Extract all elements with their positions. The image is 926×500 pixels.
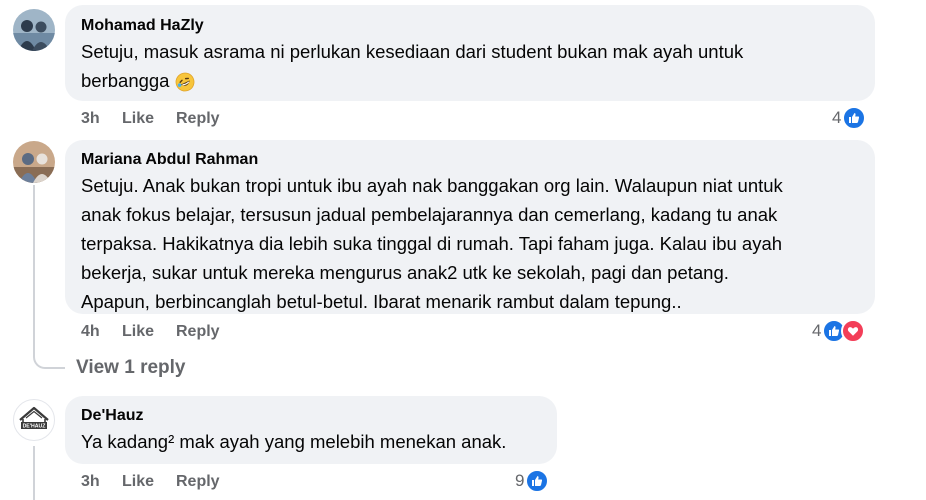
comment-text-line: bekerja, sukar untuk mereka mengurus ana… (81, 262, 729, 283)
comment-text-line: Setuju. Anak bukan tropi untuk ibu ayah … (81, 175, 783, 196)
reaction-summary[interactable]: 4 (832, 106, 867, 130)
comment-timestamp[interactable]: 4h (81, 323, 100, 341)
avatar-logo-text: DE'HAUZ (23, 424, 47, 430)
avatar-photo-icon (13, 9, 55, 51)
comment-text: Ya kadang² mak ayah yang melebih menekan… (81, 427, 506, 456)
comment-text-fragment: berbangga (81, 70, 170, 91)
like-button[interactable]: Like (122, 110, 154, 128)
thread-connector-curve (33, 344, 65, 369)
avatar-photo-icon (13, 141, 55, 183)
comment-author[interactable]: Mariana Abdul Rahman (81, 151, 258, 169)
reaction-summary[interactable]: 9 (515, 469, 550, 493)
comment-text-line: Apapun, berbincanglah betul-betul. Ibara… (81, 291, 682, 312)
reply-button[interactable]: Reply (176, 110, 220, 128)
comment-author[interactable]: Mohamad HaZly (81, 17, 204, 35)
reply-button[interactable]: Reply (176, 473, 220, 491)
comment-text-line: anak fokus belajar, tersusun jadual pemb… (81, 204, 778, 225)
house-logo-icon: DE'HAUZ (19, 406, 49, 430)
comment-text-line: Setuju, masuk asrama ni perlukan kesedia… (81, 41, 744, 62)
like-icon (525, 469, 550, 493)
comment-text-line: berbangga (81, 66, 743, 95)
reaction-count: 4 (812, 321, 822, 340)
avatar[interactable] (13, 9, 55, 51)
reaction-count: 4 (832, 108, 842, 127)
comment-timestamp[interactable]: 3h (81, 473, 100, 491)
like-icon (842, 106, 867, 130)
like-button[interactable]: Like (122, 473, 154, 491)
reaction-count: 9 (515, 471, 525, 490)
rolling-laughing-emoji-icon (175, 71, 195, 91)
avatar[interactable]: DE'HAUZ (13, 399, 55, 441)
reaction-summary[interactable]: 4 (812, 319, 866, 343)
comment-author[interactable]: De'Hauz (81, 407, 143, 425)
view-replies-link[interactable]: View 1 reply (76, 357, 186, 379)
avatar[interactable] (13, 141, 55, 183)
like-button[interactable]: Like (122, 323, 154, 341)
comment-timestamp[interactable]: 3h (81, 110, 100, 128)
comment-text-line: terpaksa. Hakikatnya dia lebih suka ting… (81, 233, 783, 254)
love-icon (841, 319, 866, 343)
reply-button[interactable]: Reply (176, 323, 220, 341)
comment-text: Setuju, masuk asrama ni perlukan kesedia… (81, 37, 743, 95)
comment-text: Setuju. Anak bukan tropi untuk ibu ayah … (81, 171, 783, 316)
comment-text-line: Ya kadang² mak ayah yang melebih menekan… (81, 431, 507, 452)
thread-connector (33, 446, 35, 500)
thread-connector (33, 185, 35, 350)
